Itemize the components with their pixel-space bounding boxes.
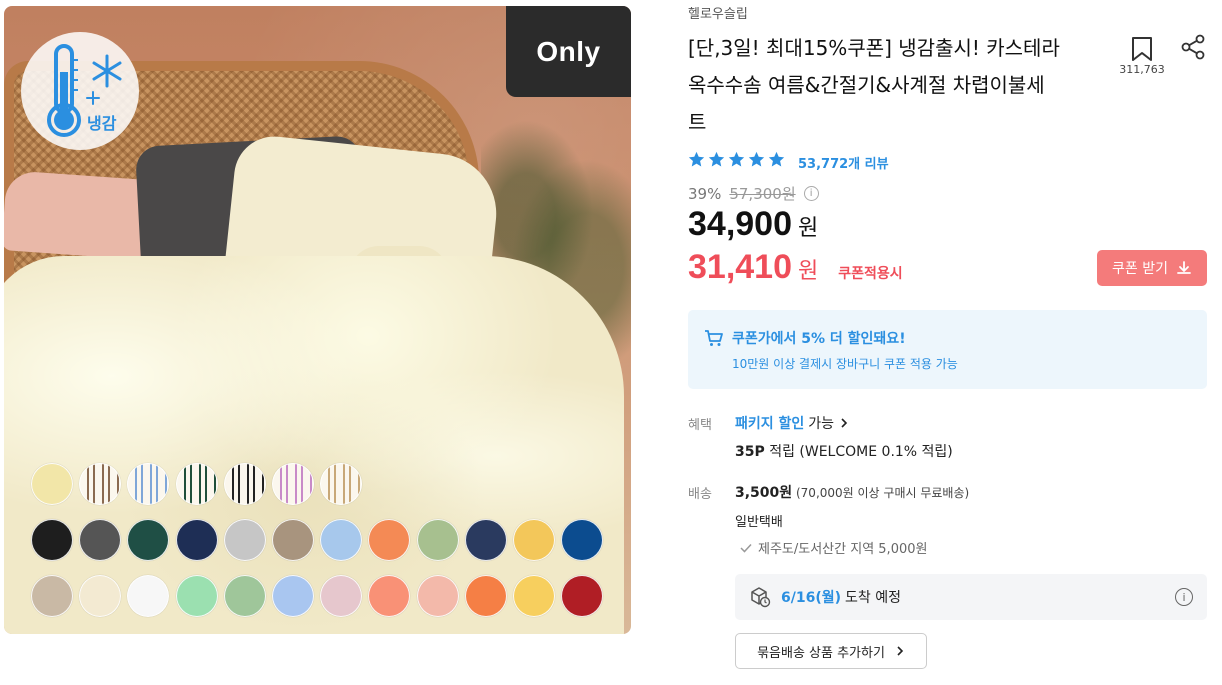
star-icon — [688, 151, 705, 167]
arrival-estimate: 6/16(월) 도착 예정 i — [735, 574, 1207, 620]
cool-label: 냉감 — [87, 114, 117, 133]
delivery-box-icon — [751, 587, 771, 608]
cool-badge: 냉감 — [21, 32, 139, 150]
thermometer-snowflake-icon — [47, 44, 122, 137]
color-swatch[interactable] — [175, 575, 218, 617]
star-icon — [768, 151, 785, 167]
arrival-info-icon[interactable]: i — [1175, 588, 1193, 606]
color-swatch[interactable] — [416, 519, 459, 561]
product-title-line: 옥수수솜 여름&간절기&사계절 차렵이불세 — [688, 73, 1045, 97]
points-info: 35P 적립 (WELCOME 0.1% 적립) — [735, 441, 953, 461]
price-unit: 원 — [798, 216, 819, 241]
benefit-label: 혜택 — [688, 418, 712, 433]
package-discount-link[interactable]: 패키지 할인 — [735, 413, 804, 433]
discount-rate: 39% — [688, 184, 722, 203]
coupon-price-unit: 원 — [798, 259, 819, 284]
star-icon — [708, 151, 725, 167]
bookmark-count: 311,763 — [1119, 63, 1165, 76]
coupon-price: 31,410 원 쿠폰적용시 — [688, 248, 903, 287]
arrival-date: 6/16(월) — [781, 590, 842, 606]
shipping-fee: 3,500원 (70,000원 이상 구매시 무료배송) — [735, 482, 969, 502]
coupon-info-subline: 10만원 이상 결제시 장바구니 쿠폰 적용 가능 — [732, 357, 958, 371]
color-swatch[interactable] — [272, 519, 314, 561]
color-swatch[interactable] — [272, 575, 314, 617]
color-swatch[interactable] — [31, 575, 73, 617]
color-swatch[interactable] — [513, 519, 555, 561]
color-swatch[interactable] — [320, 575, 363, 617]
bookmark-icon[interactable] — [1130, 36, 1154, 62]
color-swatch[interactable] — [223, 519, 266, 561]
price-value: 34,900 — [688, 205, 792, 243]
color-swatch[interactable] — [464, 519, 507, 561]
color-swatch[interactable] — [31, 519, 73, 561]
color-swatch[interactable] — [513, 575, 555, 617]
coupon-info-headline-text: 쿠폰가에서 5% 더 할인돼요! — [732, 331, 906, 347]
bundle-shipping-label: 묶음배송 상품 추가하기 — [757, 645, 885, 661]
seller-name[interactable]: 헬로우슬립 — [688, 3, 748, 22]
color-swatch[interactable] — [31, 463, 73, 505]
check-icon — [740, 543, 752, 553]
package-discount-row[interactable]: 패키지 할인 가능 — [735, 413, 850, 433]
star-icon — [748, 151, 765, 167]
coupon-info-headline: 쿠폰가에서 5% 더 할인돼요! — [704, 328, 906, 348]
star-icon — [728, 151, 745, 167]
coupon-price-label: 쿠폰적용시 — [838, 266, 903, 282]
color-swatch[interactable] — [272, 463, 314, 505]
product-image[interactable]: 냉감 Only — [4, 6, 631, 634]
product-title-line: [단,3일! 최대15%쿠폰] 냉감출시! 카스테라 — [688, 36, 1060, 60]
bundle-shipping-button[interactable]: 묶음배송 상품 추가하기 — [735, 633, 927, 669]
review-count-link[interactable]: 53,772개 리뷰 — [798, 153, 889, 172]
share-icon[interactable] — [1180, 34, 1206, 60]
shipping-label: 배송 — [688, 487, 712, 502]
info-icon[interactable]: i — [803, 186, 819, 201]
shipping-fee-amount: 3,500원 — [735, 485, 793, 501]
cart-icon — [705, 330, 723, 346]
color-swatch[interactable] — [464, 575, 507, 617]
color-swatch[interactable] — [320, 519, 363, 561]
chevron-right-icon — [841, 418, 848, 428]
shipping-extra-region-text: 제주도/도서산간 지역 5,000원 — [758, 542, 928, 557]
coupon-button-label: 쿠폰 받기 — [1112, 261, 1168, 277]
color-swatch[interactable] — [416, 575, 459, 617]
shipping-method: 일반택배 — [735, 515, 783, 530]
color-swatch[interactable] — [561, 575, 604, 617]
shipping-fee-note: (70,000원 이상 구매시 무료배송) — [792, 486, 970, 500]
package-discount-suffix: 가능 — [808, 416, 835, 432]
only-badge: Only — [506, 6, 631, 97]
color-swatch[interactable] — [175, 519, 218, 561]
price: 34,900 원 — [688, 205, 818, 244]
product-title: [단,3일! 최대15%쿠폰] 냉감출시! 카스테라 옥수수솜 여름&간절기&사… — [688, 30, 1108, 141]
arrival-text: 도착 예정 — [845, 590, 901, 606]
discount-row: 39% 57,300원 i — [688, 183, 819, 204]
coupon-price-value: 31,410 — [688, 248, 792, 286]
color-swatch[interactable] — [223, 575, 266, 617]
color-swatch[interactable] — [79, 463, 122, 505]
color-swatch[interactable] — [561, 519, 604, 561]
color-swatch[interactable] — [175, 463, 218, 505]
points-amount: 35P — [735, 444, 765, 460]
color-swatch[interactable] — [320, 463, 363, 505]
coupon-info-box: 쿠폰가에서 5% 더 할인돼요! 10만원 이상 결제시 장바구니 쿠폰 적용 … — [688, 310, 1207, 389]
color-swatch[interactable] — [79, 519, 122, 561]
color-swatch[interactable] — [223, 463, 266, 505]
rating-stars — [688, 151, 785, 168]
coupon-download-button[interactable]: 쿠폰 받기 — [1097, 250, 1207, 286]
download-icon — [1177, 261, 1191, 274]
product-title-line: 트 — [688, 110, 707, 134]
points-detail: 적립 (WELCOME 0.1% 적립) — [764, 444, 953, 460]
chevron-right-icon — [897, 646, 904, 656]
shipping-extra-region: 제주도/도서산간 지역 5,000원 — [740, 538, 927, 557]
original-price: 57,300원 — [729, 185, 796, 203]
color-swatch[interactable] — [79, 575, 122, 617]
